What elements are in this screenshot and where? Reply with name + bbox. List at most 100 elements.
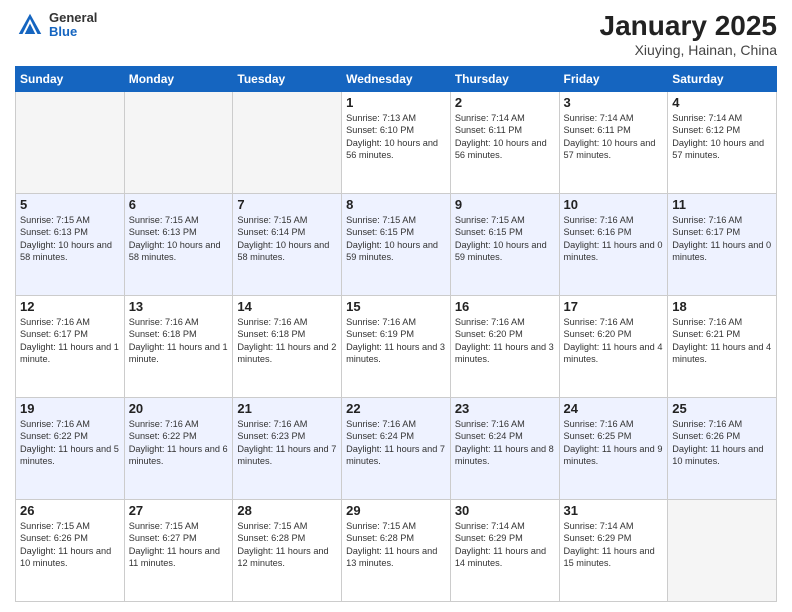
table-row: 9Sunrise: 7:15 AM Sunset: 6:15 PM Daylig…: [450, 194, 559, 296]
day-number: 17: [564, 299, 664, 314]
day-number: 28: [237, 503, 337, 518]
day-number: 6: [129, 197, 229, 212]
table-row: 3 Sunrise: 7:14 AM Sunset: 6:11 PM Daylig…: [559, 92, 668, 194]
calendar-week-row: 12 Sunrise: 7:16 AM Sunset: 6:17 PM Dayli…: [16, 296, 777, 398]
day-number: 18: [672, 299, 772, 314]
day-info: Sunrise: 7:16 AM Sunset: 6:21 PM Dayligh…: [672, 316, 772, 366]
table-row: 26Sunrise: 7:15 AM Sunset: 6:26 PM Dayli…: [16, 500, 125, 602]
day-info: Sunrise: 7:15 AM Sunset: 6:28 PM Dayligh…: [237, 520, 337, 570]
calendar-table: Sunday Monday Tuesday Wednesday Thursday…: [15, 66, 777, 602]
table-row: 7Sunrise: 7:15 AM Sunset: 6:14 PM Daylig…: [233, 194, 342, 296]
day-number: 23: [455, 401, 555, 416]
page: General Blue January 2025 Xiuying, Haina…: [0, 0, 792, 612]
logo-text: General Blue: [49, 11, 97, 40]
day-info: Sunrise: 7:16 AM Sunset: 6:18 PM Dayligh…: [129, 316, 229, 366]
table-row: [233, 92, 342, 194]
day-info: Sunrise: 7:14 AM Sunset: 6:11 PM Dayligh…: [455, 112, 555, 162]
table-row: 8 Sunrise: 7:15 AM Sunset: 6:15 PM Daylig…: [342, 194, 451, 296]
calendar-week-row: 26Sunrise: 7:15 AM Sunset: 6:26 PM Dayli…: [16, 500, 777, 602]
table-row: 6 Sunrise: 7:15 AM Sunset: 6:13 PM Daylig…: [124, 194, 233, 296]
col-friday: Friday: [559, 67, 668, 92]
day-info: Sunrise: 7:16 AM Sunset: 6:24 PM Dayligh…: [455, 418, 555, 468]
table-row: 11 Sunrise: 7:16 AM Sunset: 6:17 PM Dayli…: [668, 194, 777, 296]
day-info: Sunrise: 7:16 AM Sunset: 6:22 PM Dayligh…: [129, 418, 229, 468]
table-row: [668, 500, 777, 602]
day-number: 2: [455, 95, 555, 110]
day-number: 13: [129, 299, 229, 314]
day-info: Sunrise: 7:16 AM Sunset: 6:23 PM Dayligh…: [237, 418, 337, 468]
title-location: Xiuying, Hainan, China: [600, 42, 777, 58]
day-number: 1: [346, 95, 446, 110]
day-info: Sunrise: 7:16 AM Sunset: 6:20 PM Dayligh…: [455, 316, 555, 366]
day-info: Sunrise: 7:16 AM Sunset: 6:17 PM Dayligh…: [672, 214, 772, 264]
day-info: Sunrise: 7:16 AM Sunset: 6:25 PM Dayligh…: [564, 418, 664, 468]
day-info: Sunrise: 7:16 AM Sunset: 6:18 PM Dayligh…: [237, 316, 337, 366]
table-row: 31Sunrise: 7:14 AM Sunset: 6:29 PM Dayli…: [559, 500, 668, 602]
day-info: Sunrise: 7:14 AM Sunset: 6:11 PM Dayligh…: [564, 112, 664, 162]
day-number: 10: [564, 197, 664, 212]
day-number: 4: [672, 95, 772, 110]
table-row: 12 Sunrise: 7:16 AM Sunset: 6:17 PM Dayli…: [16, 296, 125, 398]
col-wednesday: Wednesday: [342, 67, 451, 92]
day-info: Sunrise: 7:15 AM Sunset: 6:26 PM Dayligh…: [20, 520, 120, 570]
table-row: 14 Sunrise: 7:16 AM Sunset: 6:18 PM Dayli…: [233, 296, 342, 398]
day-number: 3: [564, 95, 664, 110]
col-thursday: Thursday: [450, 67, 559, 92]
day-number: 15: [346, 299, 446, 314]
table-row: 30Sunrise: 7:14 AM Sunset: 6:29 PM Dayli…: [450, 500, 559, 602]
logo: General Blue: [15, 10, 97, 40]
calendar-week-row: 19Sunrise: 7:16 AM Sunset: 6:22 PM Dayli…: [16, 398, 777, 500]
day-info: Sunrise: 7:16 AM Sunset: 6:26 PM Dayligh…: [672, 418, 772, 468]
table-row: 23 Sunrise: 7:16 AM Sunset: 6:24 PM Dayli…: [450, 398, 559, 500]
table-row: 4Sunrise: 7:14 AM Sunset: 6:12 PM Daylig…: [668, 92, 777, 194]
day-info: Sunrise: 7:14 AM Sunset: 6:29 PM Dayligh…: [564, 520, 664, 570]
day-number: 21: [237, 401, 337, 416]
day-info: Sunrise: 7:13 AM Sunset: 6:10 PM Dayligh…: [346, 112, 446, 162]
day-number: 11: [672, 197, 772, 212]
day-number: 16: [455, 299, 555, 314]
day-number: 24: [564, 401, 664, 416]
day-info: Sunrise: 7:16 AM Sunset: 6:17 PM Dayligh…: [20, 316, 120, 366]
table-row: 1 Sunrise: 7:13 AM Sunset: 6:10 PM Daylig…: [342, 92, 451, 194]
day-number: 20: [129, 401, 229, 416]
day-number: 22: [346, 401, 446, 416]
day-number: 12: [20, 299, 120, 314]
day-number: 29: [346, 503, 446, 518]
day-info: Sunrise: 7:15 AM Sunset: 6:15 PM Dayligh…: [346, 214, 446, 264]
col-monday: Monday: [124, 67, 233, 92]
day-info: Sunrise: 7:15 AM Sunset: 6:13 PM Dayligh…: [129, 214, 229, 264]
day-info: Sunrise: 7:15 AM Sunset: 6:28 PM Dayligh…: [346, 520, 446, 570]
table-row: [16, 92, 125, 194]
day-number: 7: [237, 197, 337, 212]
col-saturday: Saturday: [668, 67, 777, 92]
calendar-header-row: Sunday Monday Tuesday Wednesday Thursday…: [16, 67, 777, 92]
table-row: 22 Sunrise: 7:16 AM Sunset: 6:24 PM Dayli…: [342, 398, 451, 500]
table-row: 27Sunrise: 7:15 AM Sunset: 6:27 PM Dayli…: [124, 500, 233, 602]
table-row: 10 Sunrise: 7:16 AM Sunset: 6:16 PM Dayli…: [559, 194, 668, 296]
day-info: Sunrise: 7:16 AM Sunset: 6:22 PM Dayligh…: [20, 418, 120, 468]
logo-icon: [15, 10, 45, 40]
day-info: Sunrise: 7:15 AM Sunset: 6:15 PM Dayligh…: [455, 214, 555, 264]
day-info: Sunrise: 7:16 AM Sunset: 6:16 PM Dayligh…: [564, 214, 664, 264]
title-month: January 2025: [600, 10, 777, 42]
table-row: 2 Sunrise: 7:14 AM Sunset: 6:11 PM Daylig…: [450, 92, 559, 194]
day-info: Sunrise: 7:15 AM Sunset: 6:27 PM Dayligh…: [129, 520, 229, 570]
table-row: 29 Sunrise: 7:15 AM Sunset: 6:28 PM Dayli…: [342, 500, 451, 602]
table-row: 18 Sunrise: 7:16 AM Sunset: 6:21 PM Dayli…: [668, 296, 777, 398]
col-sunday: Sunday: [16, 67, 125, 92]
logo-blue-text: Blue: [49, 25, 97, 39]
col-tuesday: Tuesday: [233, 67, 342, 92]
table-row: [124, 92, 233, 194]
day-number: 8: [346, 197, 446, 212]
day-info: Sunrise: 7:15 AM Sunset: 6:13 PM Dayligh…: [20, 214, 120, 264]
day-number: 25: [672, 401, 772, 416]
table-row: 24 Sunrise: 7:16 AM Sunset: 6:25 PM Dayli…: [559, 398, 668, 500]
header: General Blue January 2025 Xiuying, Haina…: [15, 10, 777, 58]
table-row: 17Sunrise: 7:16 AM Sunset: 6:20 PM Dayli…: [559, 296, 668, 398]
table-row: 16 Sunrise: 7:16 AM Sunset: 6:20 PM Dayli…: [450, 296, 559, 398]
table-row: 28 Sunrise: 7:15 AM Sunset: 6:28 PM Dayli…: [233, 500, 342, 602]
day-number: 14: [237, 299, 337, 314]
day-info: Sunrise: 7:16 AM Sunset: 6:19 PM Dayligh…: [346, 316, 446, 366]
table-row: 13 Sunrise: 7:16 AM Sunset: 6:18 PM Dayli…: [124, 296, 233, 398]
day-info: Sunrise: 7:16 AM Sunset: 6:24 PM Dayligh…: [346, 418, 446, 468]
